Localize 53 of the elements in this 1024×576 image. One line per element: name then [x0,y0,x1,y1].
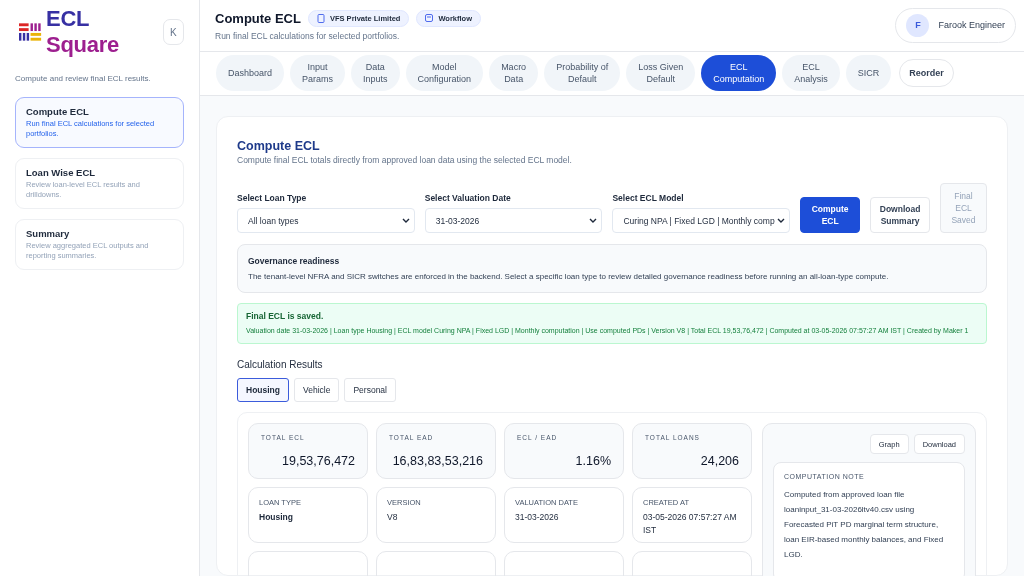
logo-bars-icon [19,22,43,42]
user-name: Farook Engineer [938,20,1005,31]
nav-tab[interactable]: ECL Computation [701,55,777,92]
nav-tab[interactable]: Macro Data [489,55,539,92]
loan-type-tab[interactable]: Housing [237,378,289,402]
sidebar-subtitle: Compute and review final ECL results. [15,74,152,83]
nav-tab[interactable]: Loss Given Default [626,55,696,92]
building-icon [316,13,325,23]
user-avatar: F [906,13,930,37]
field-label: Select Loan Type [237,193,308,203]
detail-value: Housing [259,511,294,524]
stat-value: 24,206 [699,454,739,468]
chevron-down-icon [589,217,598,224]
select-field[interactable]: All loan types [237,208,415,233]
chevron-down-icon [401,217,410,224]
chevron-down-icon [777,217,786,224]
loan-type-tab[interactable]: Vehicle [294,378,340,402]
page-subtitle: Run final ECL calculations for selected portfolios. [215,30,401,41]
field-label: Select ECL Model [612,193,685,203]
nav-tab[interactable]: Probability of Default [544,55,621,92]
item-title: Loan Wise ECL [26,167,97,178]
item-title: Summary [26,228,71,239]
collapse-button[interactable]: K [162,19,184,45]
detail-value: V8 [387,511,399,524]
card-description: Compute final ECL totals directly from approved loan data using the selected ECL model. [237,155,573,165]
select-field[interactable]: 31-03-2026 [424,208,603,233]
nav-tab[interactable]: Model Configuration [405,55,484,92]
results-title: Calculation Results [237,359,324,370]
action-button[interactable]: Download Summary [870,197,931,233]
detail-value: 03-05-2026 07:57:27 AM IST [643,511,738,537]
item-title: Compute ECL [26,106,90,117]
detail-value: 31-03-2026 [515,511,560,524]
nav-tab[interactable]: Dashboard [216,55,285,92]
stat-value: 19,53,76,472 [281,454,355,468]
governance-text: The tenant-level NFRA and SICR switches are enforced in the backend. Select a specific loan type to review detailed governance readiness before running an all-loan-type compute. [248,272,890,281]
nav-tab[interactable]: Input Params [290,55,346,92]
nav-tab[interactable]: Data Inputs [351,55,400,92]
nav-tab[interactable]: ECL Analysis [782,55,840,92]
stat-value: 16,83,83,53,216 [391,454,483,468]
nav-tab[interactable]: SICR [845,55,892,92]
action-button[interactable]: Compute ECL [800,197,861,233]
reorder-button[interactable]: Reorder [899,59,954,88]
governance-title: Governance readiness [248,256,341,266]
page-title: Compute ECL [215,10,301,26]
workflow-icon [425,14,434,23]
notice-title: Final ECL is saved. [246,311,325,321]
note-text: Computed from approved loan file loaninput_31-03-2026ltv40.csv using Forecasted PiT PD marginal term structure, loan EIR-based monthly balances, and Fixed LGD. [784,489,945,561]
card-title: Compute ECL [237,139,321,153]
select-field[interactable]: Curing NPA | Fixed LGD | Monthly comp [612,208,791,233]
loan-type-tab[interactable]: Personal [344,378,396,402]
stat-value: 1.16% [574,454,611,468]
field-label: Select Valuation Date [424,193,512,203]
logo: ECL Square [19,6,163,58]
